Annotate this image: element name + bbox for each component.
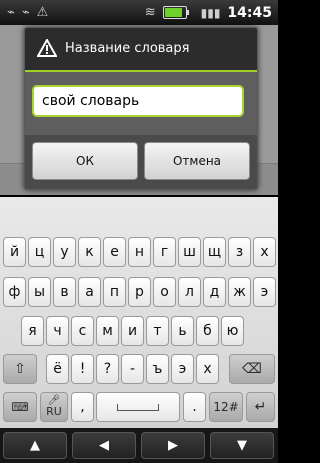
warning-icon	[37, 39, 57, 57]
dialog-title-bar: Название словаря	[25, 28, 257, 68]
backspace-key[interactable]: ⌫	[229, 354, 275, 384]
dictionary-name-input[interactable]: свой словарь	[32, 85, 244, 117]
usb-icon: ⌁	[21, 5, 30, 20]
key[interactable]: ь	[171, 316, 194, 346]
key[interactable]: ю	[221, 316, 244, 346]
right-arrow-icon: ▶	[168, 438, 178, 453]
key[interactable]: ж	[228, 277, 251, 307]
dictionary-name-dialog: Название словаря свой словарь ОК Отмена	[24, 27, 258, 190]
key[interactable]: с	[71, 316, 94, 346]
arrow-left-key[interactable]: ◀	[72, 432, 136, 459]
key[interactable]: й	[3, 237, 26, 267]
key[interactable]: х	[196, 354, 219, 384]
key[interactable]: п	[103, 277, 126, 307]
key[interactable]: а	[78, 277, 101, 307]
key[interactable]: ц	[28, 237, 51, 267]
backspace-icon: ⌫	[242, 361, 262, 377]
key[interactable]: м	[96, 316, 119, 346]
up-arrow-icon: ▲	[30, 438, 40, 453]
arrow-up-key[interactable]: ▲	[3, 432, 67, 459]
key[interactable]: ф	[3, 277, 26, 307]
key[interactable]: ё	[46, 354, 69, 384]
key[interactable]: ш	[178, 237, 201, 267]
key[interactable]: б	[196, 316, 219, 346]
period-key[interactable]: .	[183, 392, 206, 422]
key[interactable]: ы	[28, 277, 51, 307]
signal-icon: ▮▮▮	[200, 5, 221, 20]
key[interactable]: э	[253, 277, 276, 307]
key[interactable]: ъ	[146, 354, 169, 384]
key[interactable]: х	[253, 237, 276, 267]
key[interactable]: г	[153, 237, 176, 267]
dialog-title: Название словаря	[65, 40, 190, 56]
warning-icon: ⚠	[36, 5, 49, 20]
cancel-button[interactable]: Отмена	[144, 142, 250, 180]
keyboard-icon: ⌨	[11, 400, 29, 414]
key[interactable]: и	[121, 316, 144, 346]
left-arrow-icon: ◀	[99, 438, 109, 453]
status-time: 14:45	[227, 4, 272, 21]
status-bar: ⌁ ⌁ ⚠ ≋ ▮▮▮ 14:45	[0, 0, 278, 25]
key[interactable]: т	[146, 316, 169, 346]
usb-icon: ⌁	[7, 5, 15, 20]
key[interactable]: -	[121, 354, 144, 384]
comma-key[interactable]: ,	[71, 392, 94, 422]
key[interactable]: л	[178, 277, 201, 307]
keyboard-settings-key[interactable]: ⌨	[3, 392, 37, 422]
numbers-key[interactable]: 12#	[209, 392, 243, 422]
key[interactable]: !	[71, 354, 94, 384]
key[interactable]: ч	[46, 316, 69, 346]
key[interactable]: э	[171, 354, 194, 384]
voice-language-key[interactable]: 🎤︎ RU	[40, 392, 68, 422]
battery-icon	[162, 6, 189, 19]
arrow-down-key[interactable]: ▼	[210, 432, 274, 459]
wifi-icon: ≋	[144, 5, 156, 20]
key[interactable]: я	[21, 316, 44, 346]
space-key[interactable]	[96, 392, 180, 422]
key[interactable]: ?	[96, 354, 119, 384]
key[interactable]: е	[103, 237, 126, 267]
arrow-right-key[interactable]: ▶	[141, 432, 205, 459]
language-label: RU	[46, 405, 62, 418]
down-arrow-icon: ▼	[237, 438, 247, 453]
key[interactable]: д	[203, 277, 226, 307]
key[interactable]: н	[128, 237, 151, 267]
ok-button[interactable]: ОК	[32, 142, 138, 180]
key[interactable]: о	[153, 277, 176, 307]
key[interactable]: в	[53, 277, 76, 307]
key[interactable]: щ	[203, 237, 226, 267]
shift-arrow-icon: ⇧	[14, 361, 26, 377]
key[interactable]: з	[228, 237, 251, 267]
enter-icon: ↵	[254, 399, 267, 415]
shift-key[interactable]: ⇧	[3, 354, 37, 384]
space-bar-icon	[117, 403, 159, 411]
key[interactable]: у	[53, 237, 76, 267]
key[interactable]: р	[128, 277, 151, 307]
enter-key[interactable]: ↵	[246, 392, 275, 422]
key[interactable]: к	[78, 237, 101, 267]
